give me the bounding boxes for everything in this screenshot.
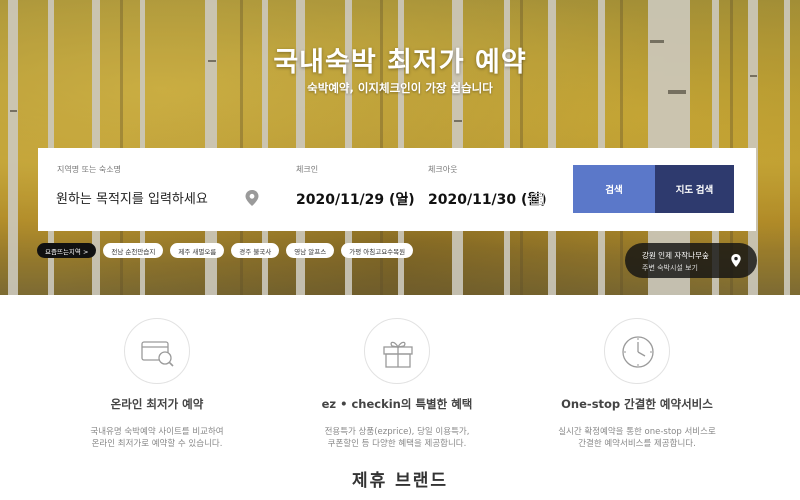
tag-item[interactable]: 가평 아침고요수목원 [341, 243, 414, 258]
location-pin-icon[interactable] [245, 190, 259, 206]
tag-item[interactable]: 경주 불국사 [231, 243, 280, 258]
feature-icon-circle [604, 318, 670, 384]
search-form: 지역명 또는 숙소명 체크인 2020/11/29 (일) – 체크아웃 202… [38, 148, 756, 231]
checkin-label: 체크인 [296, 165, 319, 174]
tag-item[interactable]: 영남 알프스 [286, 243, 335, 258]
partner-brands-heading: 제휴 브랜드 [351, 471, 449, 491]
date-separator: – [401, 187, 409, 205]
feature-icon-circle [364, 318, 430, 384]
feature-desc-line: 국내유명 숙박예약 사이트를 비교하여 [90, 427, 224, 437]
search-button[interactable]: 검색 [573, 165, 655, 213]
feature-title: ez • checkin의 특별한 혜택 [321, 397, 473, 411]
tag-item[interactable]: 전남 순천만습지 [103, 243, 164, 258]
location-pin-icon [731, 254, 741, 267]
popular-destination-tags: 요즘뜨는지역 > 전남 순천만습지 제주 새별오름 경주 불국사 영남 알프스 … [37, 243, 414, 258]
checkin-date[interactable]: 2020/11/29 (일) [296, 189, 415, 209]
tag-item[interactable]: 제주 새별오름 [170, 243, 225, 258]
feature-description: 국내유명 숙박예약 사이트를 비교하여 온라인 최저가로 예약할 수 있습니다. [47, 426, 267, 450]
card-search-icon [141, 341, 174, 367]
feature-desc-line: 실시간 확정예약을 통한 one-stop 서비스로 [558, 427, 716, 437]
checkout-label: 체크아웃 [428, 165, 458, 174]
feature-description: 실시간 확정예약을 통한 one-stop 서비스로 간결한 예약서비스를 제공… [527, 426, 747, 450]
calendar-icon[interactable] [531, 192, 544, 205]
promo-action-text: 주변 숙박시설 보기 [642, 264, 698, 272]
destination-input[interactable] [56, 188, 246, 210]
gift-icon [383, 341, 413, 368]
checkout-date[interactable]: 2020/11/30 (월) [428, 189, 547, 209]
feature-desc-line: 쿠폰할인 등 다양한 혜택을 제공합니다. [327, 439, 467, 449]
popular-regions-label[interactable]: 요즘뜨는지역 > [37, 243, 97, 258]
feature-desc-line: 간결한 예약서비스를 제공합니다. [578, 439, 696, 449]
hero-banner: 국내숙박 최저가 예약 숙박예약, 이지체크인이 가장 쉽습니다 지역명 또는 … [0, 0, 800, 295]
promo-location-text: 강원 인제 자작나무숲 [642, 251, 709, 260]
feature-description: 전용특가 상품(ezprice), 당일 이용특가, 쿠폰할인 등 다양한 혜택… [287, 426, 507, 450]
location-promo-button[interactable]: 강원 인제 자작나무숲 주변 숙박시설 보기 [625, 243, 757, 278]
feature-desc-line: 전용특가 상품(ezprice), 당일 이용특가, [324, 427, 470, 437]
feature-title: One-stop 간결한 예약서비스 [561, 397, 713, 411]
map-search-button[interactable]: 지도 검색 [655, 165, 734, 213]
feature-desc-line: 온라인 최저가로 예약할 수 있습니다. [91, 439, 223, 449]
destination-label: 지역명 또는 숙소명 [57, 165, 121, 174]
feature-icon-circle [124, 318, 190, 384]
hero-subtitle: 숙박예약, 이지체크인이 가장 쉽습니다 [307, 81, 493, 95]
clock-icon [622, 336, 654, 368]
feature-title: 온라인 최저가 예약 [110, 397, 204, 411]
hero-title: 국내숙박 최저가 예약 [273, 47, 527, 78]
